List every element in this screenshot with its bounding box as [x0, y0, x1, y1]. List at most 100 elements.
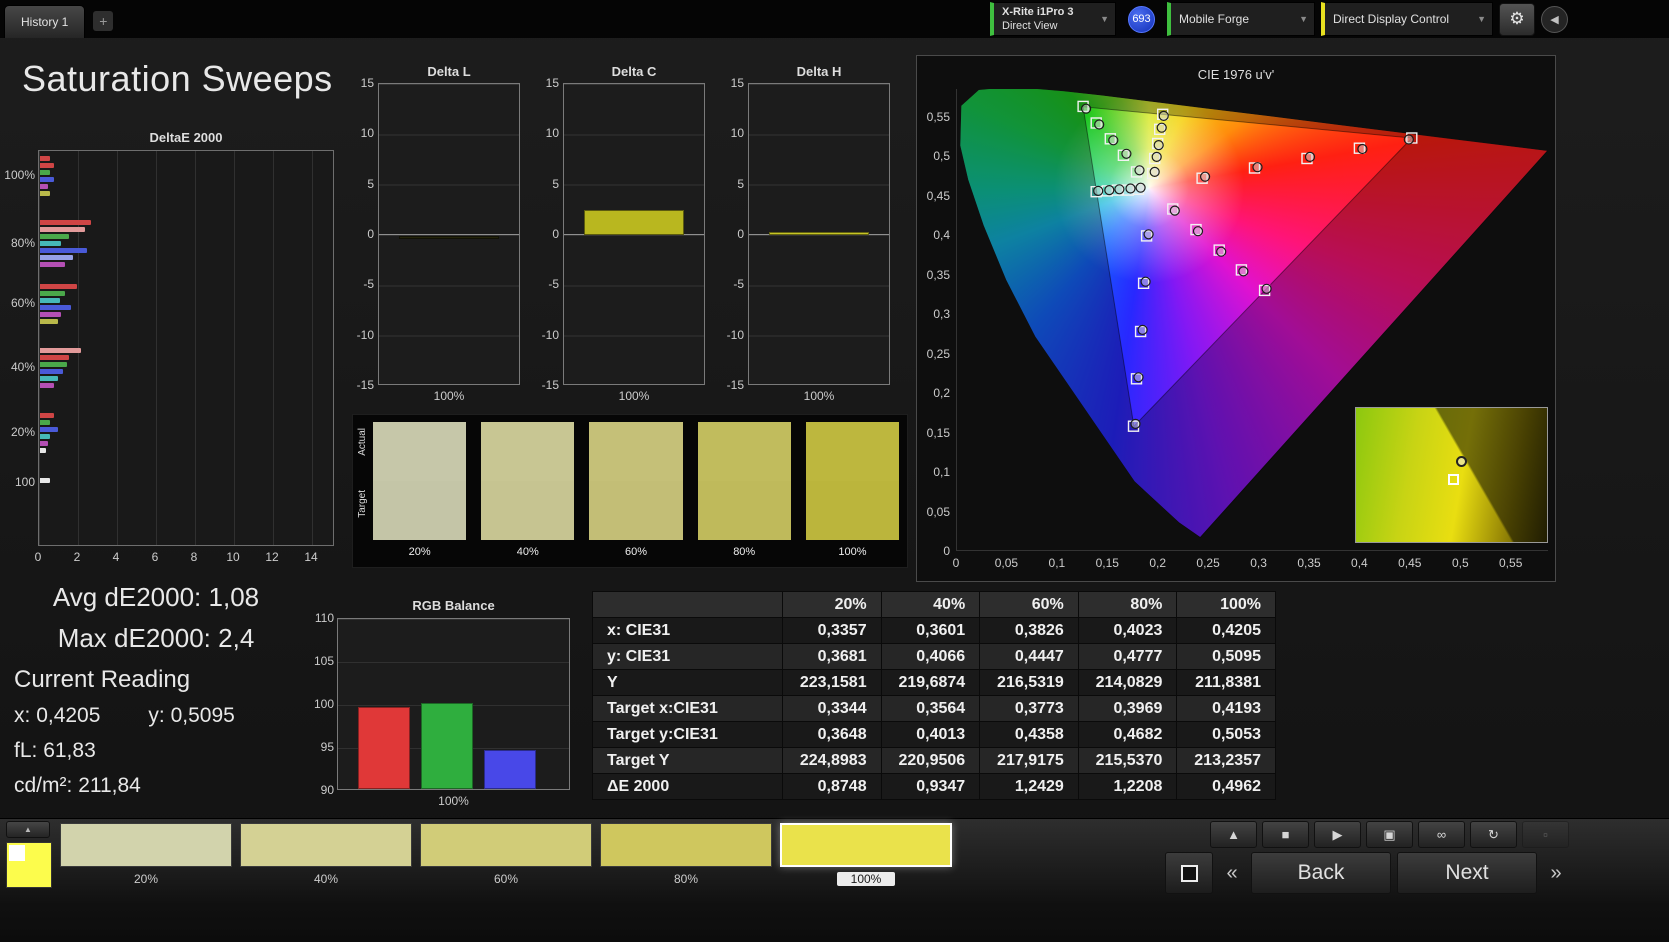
pattern-swatch-20[interactable]: 20%	[60, 823, 232, 886]
pattern-swatch-color	[60, 823, 232, 867]
pattern-swatch-60[interactable]: 60%	[420, 823, 592, 886]
bottom-right-controls: ▲ ■ ▶ ▣ ∞ ↻ ▫ « Back Next »	[1165, 821, 1569, 894]
deltae-group: 60%	[11, 279, 333, 343]
rgb-balance-bar	[421, 703, 473, 789]
bottom-control-bar: ▲ 20% 40% 60% 80% 100% ▲ ■ ▶ ▣ ∞ ↻ ▫ « Back Next »	[0, 818, 1669, 942]
deltae-bar	[40, 184, 48, 189]
cie-measure-marker	[1130, 418, 1141, 429]
pattern-swatch-label: 20%	[133, 872, 159, 886]
table-cell: 0,4205	[1176, 617, 1276, 644]
deltae-bar	[40, 478, 50, 483]
delta-ytick: -10	[541, 327, 559, 342]
target-color	[805, 481, 900, 540]
cie-yaxis: 0,55 0,5 0,45 0,4 0,35 0,3 0,25 0,2 0,15 0,1 0,05 0	[917, 89, 953, 558]
target-row-label: Target	[357, 490, 368, 518]
saturation-swatch: 20%	[373, 422, 467, 565]
deltae-group-label: 80%	[10, 235, 35, 250]
collapse-toolbar-button[interactable]: ◀	[1541, 5, 1568, 33]
deltae-xtick: 8	[190, 550, 198, 564]
cie-measure-marker	[1149, 166, 1160, 178]
cie-xtick: 0,35	[1297, 556, 1321, 570]
cie-measure-marker	[1121, 148, 1132, 159]
display-control-dropdown[interactable]: Direct Display Control ▼	[1321, 2, 1493, 36]
cie-ytick: 0,45	[926, 188, 950, 203]
collapse-panel-button[interactable]: ▲	[1210, 821, 1257, 848]
repeat-button[interactable]: ↻	[1470, 821, 1517, 848]
delta-ytick: -5	[363, 277, 374, 292]
deltae-group-label: 40%	[10, 360, 35, 374]
next-button[interactable]: Next	[1397, 852, 1537, 894]
pattern-window-button[interactable]	[1165, 852, 1213, 894]
table-cell: 0,3681	[782, 643, 882, 670]
saturation-swatch: 40%	[481, 422, 575, 565]
actual-color	[697, 422, 791, 481]
play-button[interactable]: ▶	[1314, 821, 1361, 848]
expand-pattern-button[interactable]: ▲	[6, 821, 50, 838]
table-cell: 0,8748	[782, 773, 882, 800]
table-cell: 0,3344	[782, 695, 882, 722]
swatch-row-labels: Actual Target	[355, 422, 371, 565]
pattern-swatch-label: 100%	[780, 872, 952, 886]
table-row: ΔE 2000 0,8748 0,9347 1,2429 1,2208 0,4962	[592, 773, 1276, 800]
saturation-swatch-label: 100%	[838, 546, 867, 558]
row-label: ΔE 2000	[592, 773, 783, 800]
meter-dropdown[interactable]: X-Rite i1Pro 3 Direct View ▼	[990, 2, 1116, 36]
cie-ytick: 0,15	[926, 425, 950, 440]
deltae-bar	[40, 227, 85, 232]
cie-measure-marker	[1357, 143, 1368, 155]
back-button[interactable]: Back	[1251, 852, 1391, 894]
measure-window-button[interactable]: ▣	[1366, 821, 1413, 848]
page-title: Saturation Sweeps	[22, 58, 333, 99]
pattern-swatch-40[interactable]: 40%	[240, 823, 412, 886]
delta-c-bar	[583, 209, 685, 235]
actual-color	[805, 422, 900, 481]
saturation-swatch-label: 20%	[408, 546, 431, 558]
history-tab[interactable]: History 1	[4, 5, 86, 38]
inactive-button[interactable]: ▫	[1522, 821, 1569, 848]
deltae-xtick: 12	[265, 550, 279, 564]
delta-ytick: 15	[545, 76, 559, 90]
cie-measure-marker	[1403, 134, 1414, 145]
cie-measure-marker	[1133, 372, 1144, 383]
first-page-icon[interactable]: «	[1219, 862, 1245, 885]
avg-de2000: Avg dE2000: 1,08	[52, 582, 260, 612]
saturation-swatch-color	[481, 422, 575, 540]
deltae-xtick: 14	[304, 550, 318, 564]
rgb-ytick: 100	[313, 697, 334, 711]
cie-measure-marker	[1153, 139, 1164, 151]
stop-button[interactable]: ■	[1262, 821, 1309, 848]
cie-xtick: 0,3	[1250, 556, 1267, 570]
current-reading-heading: Current Reading	[14, 666, 191, 693]
last-page-icon[interactable]: »	[1543, 862, 1569, 885]
delta-c-chart: Delta C 15 10 5 0 -5 -10 -15 100%	[537, 64, 709, 412]
delta-ytick: 5	[552, 176, 559, 191]
chevron-down-icon: ▼	[1100, 14, 1109, 24]
table-cell: 0,3969	[1077, 695, 1178, 722]
cie-measure-marker	[1216, 246, 1227, 257]
continuous-read-button[interactable]: ∞	[1418, 821, 1465, 848]
table-cell: 0,4777	[1077, 643, 1178, 670]
delta-ytick: 10	[545, 126, 559, 141]
source-dropdown[interactable]: Mobile Forge ▼	[1167, 2, 1315, 36]
deltae-bar	[40, 248, 87, 253]
cie-diagram-title: CIE 1976 u'v'	[1197, 67, 1275, 82]
cie-ytick: 0	[943, 544, 950, 558]
deltae-group-label: 100%	[4, 168, 35, 182]
deltae-bar	[40, 312, 62, 317]
table-cell: 0,3773	[979, 695, 1079, 722]
pattern-swatch-color	[240, 823, 412, 867]
table-cell: 223,1581	[782, 669, 882, 696]
settings-gear-button[interactable]: ⚙	[1499, 2, 1535, 36]
deltae2000-chart: DeltaE 2000 100% 80% 60% 40% 20% 100 0 2 4 6 8 10 1…	[4, 130, 344, 570]
chevron-up-icon: ▲	[24, 825, 32, 834]
rgb-balance-chart: RGB Balance 110 105 100 95 90 100%	[308, 598, 578, 813]
pattern-swatch-80[interactable]: 80%	[600, 823, 772, 886]
delta-ytick: 5	[367, 176, 374, 191]
cie-measure-marker	[1151, 151, 1162, 163]
add-tab-button[interactable]: +	[93, 11, 114, 31]
rgb-ytick: 95	[320, 740, 334, 754]
delta-ytick: 0	[552, 226, 559, 241]
meter-label: X-Rite i1Pro 3 Direct View	[1002, 5, 1074, 32]
cie-xtick: 0,15	[1095, 556, 1119, 570]
pattern-swatch-100[interactable]: 100%	[780, 823, 952, 886]
